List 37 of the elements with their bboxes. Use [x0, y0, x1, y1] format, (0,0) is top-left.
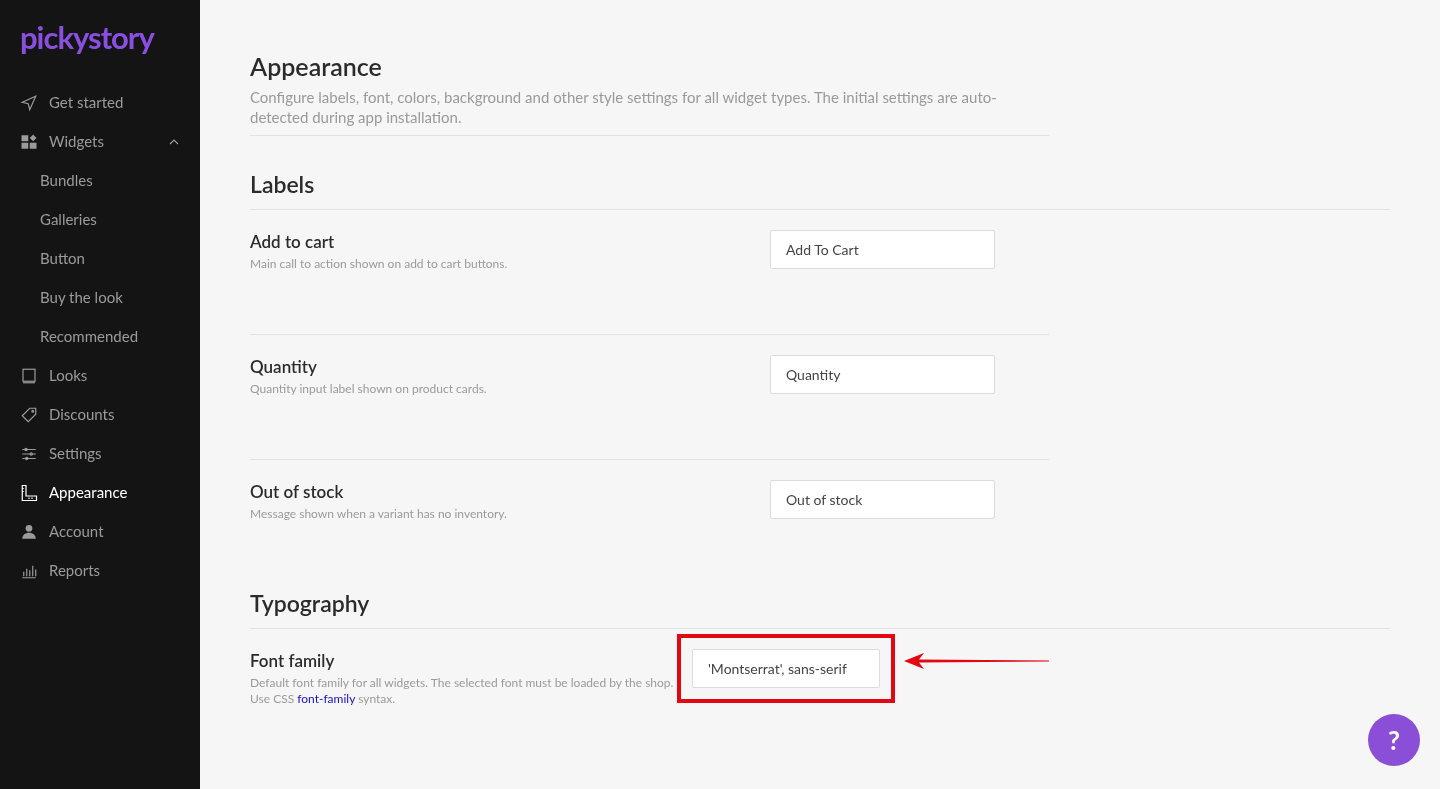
sidebar-item[interactable]: Account [0, 512, 200, 551]
setting-title: Font family [250, 649, 336, 673]
sidebar-item[interactable]: Discounts [0, 395, 200, 434]
widgets-grid-icon [20, 132, 38, 151]
sidebar-item[interactable]: Reports [0, 551, 200, 590]
text-input[interactable]: 'Montserrat', sans-serif [692, 649, 880, 688]
sidebar-subitem[interactable]: Galleries [0, 200, 200, 239]
text-input[interactable]: Out of stock [770, 480, 995, 519]
font-family-link[interactable]: font-family [297, 691, 356, 706]
sidebar-item[interactable]: Settings [0, 434, 200, 473]
logo[interactable]: pickystory [0, 18, 200, 56]
setting-title: Add to cart [250, 230, 336, 254]
sidebar-subitem[interactable]: Buy the look [0, 278, 200, 317]
setting-title: Out of stock [250, 480, 345, 504]
user-icon [20, 522, 38, 541]
tag-icon [20, 405, 38, 424]
page-title: Appearance [250, 50, 383, 82]
setting-title: Quantity [250, 355, 318, 379]
navigation-arrow-icon [20, 93, 38, 112]
section-title: Typography [250, 555, 1390, 629]
sidebar-item[interactable]: Widgets [0, 122, 200, 161]
setting-description: Default font family for all widgets. The selected font must be loaded by the shop. Use CSS font-family syntax. [250, 675, 675, 707]
text-input[interactable]: Quantity [770, 355, 995, 394]
page-description: Configure labels, font, colors, background and other style settings for all widget types. The initial settings are auto-detected during app installation. [250, 87, 998, 127]
sidebar-subitem[interactable]: Button [0, 239, 200, 278]
sidebar-item[interactable]: Get started [0, 83, 200, 122]
setting-description: Main call to action shown on add to cart buttons. [250, 256, 509, 272]
sidebar-subitem[interactable]: Recommended [0, 317, 200, 356]
sidebar-item[interactable]: Appearance [0, 473, 200, 512]
sidebar-item[interactable]: Looks [0, 356, 200, 395]
setting-description: Quantity input label shown on product cards. [250, 381, 488, 397]
book-icon [20, 366, 38, 385]
sidebar-subitem[interactable]: Bundles [0, 161, 200, 200]
setting-description: Message shown when a variant has no inventory. [250, 506, 508, 522]
help-button[interactable]: ? [1368, 714, 1420, 766]
section-title: Labels [250, 136, 1390, 210]
text-input[interactable]: Add To Cart [770, 230, 995, 269]
